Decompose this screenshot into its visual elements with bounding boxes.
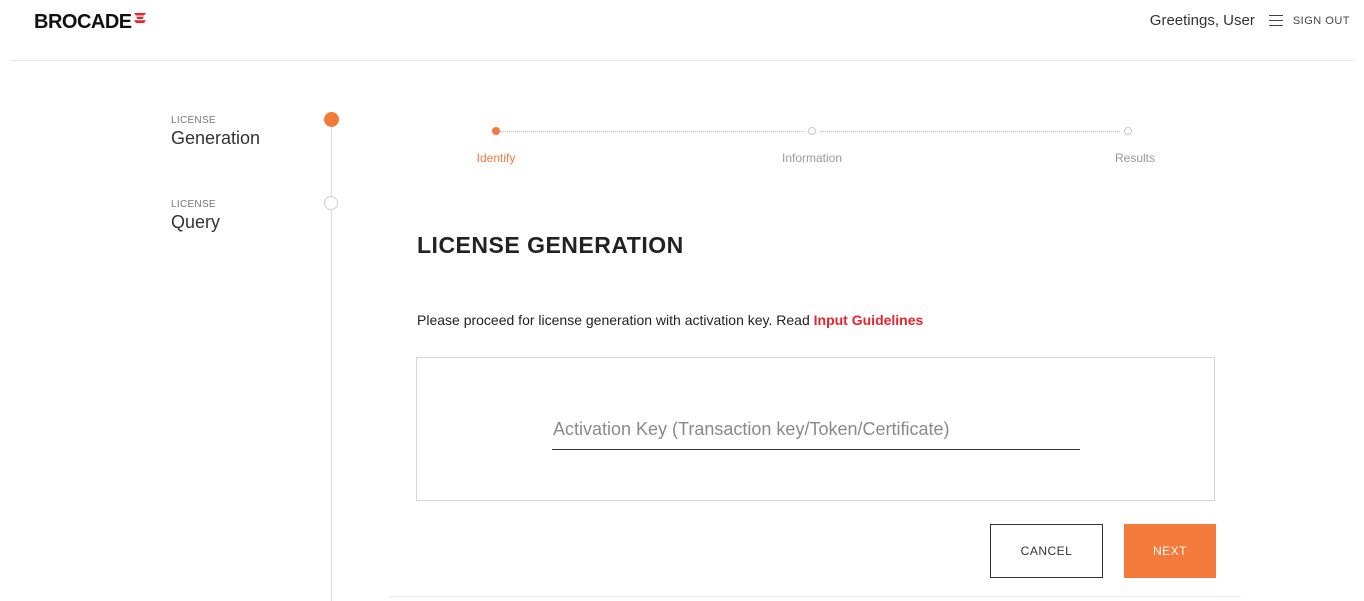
sidebar-item-label: Query <box>171 212 221 232</box>
page: BROCADE Greetings, User SIGN OUT LICENSE… <box>0 0 1364 601</box>
intro-text: Please proceed for license generation wi… <box>417 312 923 328</box>
top-header: BROCADE Greetings, User SIGN OUT <box>0 0 1364 60</box>
menu-bar <box>1268 15 1283 16</box>
stepper-connector <box>500 131 804 132</box>
header-divider <box>10 60 1354 61</box>
next-button[interactable]: NEXT <box>1124 524 1216 578</box>
sidebar-item-license-query[interactable]: LICENSE Query <box>171 199 220 233</box>
step-information-dot-icon <box>808 127 816 135</box>
page-title: LICENSE GENERATION <box>417 232 684 258</box>
hamburger-menu-icon[interactable] <box>1268 15 1283 26</box>
cancel-button[interactable]: CANCEL <box>990 524 1103 578</box>
content-bottom-divider <box>389 596 1241 597</box>
step-identify-dot-icon <box>492 127 500 135</box>
menu-bar <box>1268 20 1283 21</box>
sidebar-item-license-generation[interactable]: LICENSE Generation <box>171 115 260 149</box>
sidebar-item-label: Generation <box>171 128 261 148</box>
input-guidelines-link[interactable]: Input Guidelines <box>814 312 924 328</box>
step-information-label: Information <box>781 151 843 165</box>
activation-key-input[interactable] <box>552 410 1080 450</box>
sidebar-item-caption: LICENSE <box>171 199 216 210</box>
step-identify-label: Identify <box>476 151 516 165</box>
user-greeting: Greetings, User <box>1149 12 1255 29</box>
sign-out-link[interactable]: SIGN OUT <box>1293 15 1350 27</box>
brocade-logo[interactable]: BROCADE <box>34 11 147 34</box>
step-results-label: Results <box>1114 151 1156 165</box>
menu-bar <box>1268 25 1283 26</box>
brand-name: BROCADE <box>34 11 132 33</box>
stepper-connector <box>820 131 1120 132</box>
sidebar-active-dot-icon[interactable] <box>324 112 339 127</box>
intro-message: Please proceed for license generation wi… <box>417 312 814 328</box>
header-user-area: Greetings, User SIGN OUT <box>1150 12 1350 29</box>
brocade-wing-icon <box>133 13 146 23</box>
sidebar-item-caption: LICENSE <box>171 115 216 126</box>
step-results-dot-icon <box>1124 127 1132 135</box>
sidebar-inactive-dot-icon[interactable] <box>324 196 338 210</box>
